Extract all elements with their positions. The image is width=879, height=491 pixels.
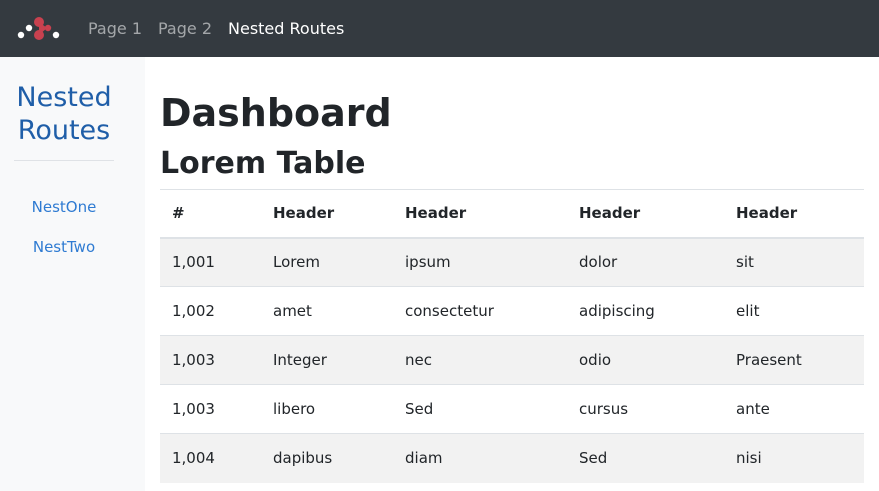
table-cell: Integer (273, 351, 327, 369)
column-header: Header (579, 204, 641, 223)
table-cell: consectetur (405, 302, 494, 320)
sidebar-item-nestone[interactable]: NestOne (14, 198, 114, 216)
table-cell: Sed (405, 400, 434, 418)
nav-link-page-2[interactable]: Page 2 (158, 19, 212, 38)
table-row: 1,004 dapibus diam Sed nisi (160, 433, 864, 483)
table-cell: cursus (579, 400, 629, 418)
table-cell: Lorem (273, 253, 320, 272)
table-cell: ipsum (405, 253, 451, 272)
section-title: Lorem Table (160, 146, 366, 181)
sidebar-divider (14, 160, 114, 161)
table-cell: dapibus (273, 449, 333, 468)
table-row: 1,001 Lorem ipsum dolor sit (160, 237, 864, 287)
table-cell: diam (405, 449, 443, 468)
table-cell: libero (273, 400, 316, 418)
table-row: 1,003 Integer nec odio Praesent (160, 335, 864, 385)
sidebar-title: Nested Routes (16, 82, 112, 146)
table-cell: 1,002 (172, 302, 215, 320)
table-row: 1,002 amet consectetur adipiscing elit (160, 286, 864, 336)
table-cell: odio (579, 351, 612, 369)
column-header-number: # (172, 204, 185, 223)
table-cell: ante (736, 400, 770, 418)
table-cell: Sed (579, 449, 608, 468)
table-cell: sit (736, 253, 754, 272)
lorem-table: # Header Header Header Header 1,001 Lore… (160, 189, 864, 483)
table-cell: nisi (736, 449, 762, 468)
table-cell: 1,003 (172, 400, 215, 418)
table-cell: adipiscing (579, 302, 655, 320)
page-title: Dashboard (160, 91, 392, 135)
table-cell: Praesent (736, 351, 802, 369)
table-cell: elit (736, 302, 760, 320)
nav-link-nested-routes[interactable]: Nested Routes (228, 19, 344, 38)
sidebar-item-nesttwo[interactable]: NestTwo (14, 238, 114, 256)
column-header: Header (405, 204, 467, 223)
column-header: Header (273, 204, 335, 223)
column-header: Header (736, 204, 798, 223)
table-cell: dolor (579, 253, 618, 272)
table-cell: nec (405, 351, 432, 369)
table-header-row: # Header Header Header Header (160, 189, 864, 238)
table-cell: 1,003 (172, 351, 215, 369)
app-logo-icon[interactable] (17, 16, 61, 42)
table-cell: 1,001 (172, 253, 215, 272)
nav-link-page-1[interactable]: Page 1 (88, 19, 142, 38)
table-cell: 1,004 (172, 449, 215, 468)
sidebar: Nested Routes NestOne NestTwo (0, 57, 145, 491)
table-cell: amet (273, 302, 312, 320)
table-row: 1,003 libero Sed cursus ante (160, 384, 864, 434)
top-navbar: Page 1 Page 2 Nested Routes (0, 0, 879, 57)
